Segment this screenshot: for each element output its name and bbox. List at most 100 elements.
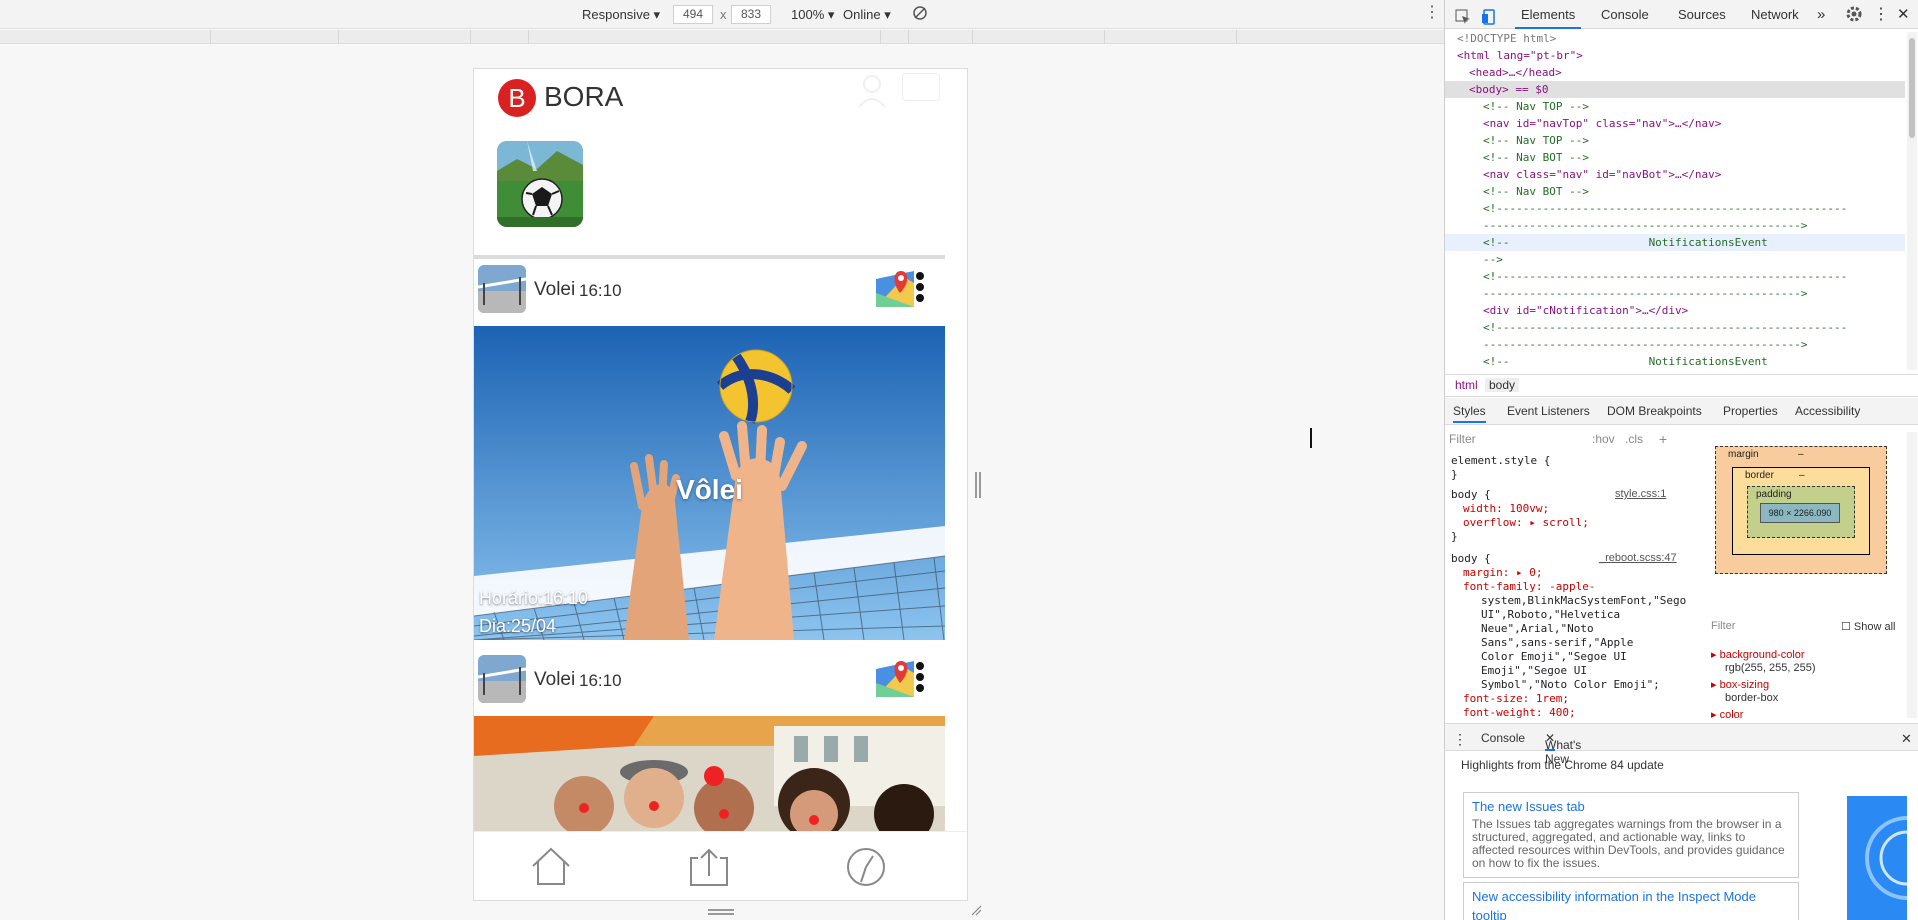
dom-comment[interactable]: ----------------------------------------…	[1445, 336, 1905, 353]
app-logo[interactable]: B	[498, 79, 536, 117]
resize-handle-right[interactable]	[975, 472, 981, 498]
dom-comment[interactable]: ----------------------------------------…	[1445, 285, 1905, 302]
tab-properties[interactable]: Properties	[1723, 404, 1778, 418]
rule-selector[interactable]: body {	[1451, 488, 1491, 502]
whats-new-card-title[interactable]: The new Issues tab	[1472, 799, 1790, 814]
dom-node[interactable]: <html lang="pt-br">	[1445, 47, 1905, 64]
breadcrumb-html[interactable]: html	[1455, 378, 1478, 392]
dom-comment[interactable]: -->	[1445, 251, 1905, 268]
dom-comment[interactable]: <!-- Nav TOP -->	[1445, 132, 1905, 149]
dom-node[interactable]: <div id="cNotification">…</div>	[1445, 302, 1905, 319]
map-icon[interactable]	[876, 269, 914, 307]
map-icon[interactable]	[876, 659, 914, 697]
post-menu-icon[interactable]	[915, 270, 925, 306]
css-property[interactable]: font-size: 1rem;	[1463, 692, 1569, 706]
rule-selector[interactable]: body {	[1451, 552, 1491, 566]
box-model-border[interactable]: border – padding 980 × 2266.090	[1732, 467, 1870, 555]
dom-node[interactable]: <!DOCTYPE html>	[1445, 30, 1905, 47]
box-model-margin[interactable]: margin – border – padding 980 × 2266.090	[1715, 446, 1887, 574]
tab-elements[interactable]: Elements	[1515, 0, 1582, 29]
show-all-checkbox[interactable]: ☐ Show all	[1841, 620, 1896, 633]
close-devtools-icon[interactable]: ✕	[1897, 0, 1910, 29]
close-drawer-icon[interactable]: ✕	[1901, 731, 1912, 747]
tab-console[interactable]: Console	[1601, 0, 1649, 29]
tab-accessibility[interactable]: Accessibility	[1795, 404, 1860, 418]
tab-dom-breakpoints[interactable]: DOM Breakpoints	[1607, 404, 1702, 418]
responsive-dropdown[interactable]: Responsive ▾	[582, 6, 660, 23]
tab-styles[interactable]: Styles	[1453, 404, 1486, 423]
whats-new-card-title[interactable]: New accessibility information in the Ins…	[1472, 889, 1790, 904]
zoom-dropdown[interactable]: 100% ▾	[791, 6, 834, 23]
rule-close: }	[1451, 530, 1458, 543]
upload-icon[interactable]	[688, 846, 730, 888]
computed-property[interactable]: ▸ box-sizing	[1711, 678, 1769, 691]
home-icon[interactable]	[530, 846, 572, 888]
dom-comment[interactable]: <!--------------------------------------…	[1445, 200, 1905, 217]
devtools-menu-icon[interactable]: ⋮	[1873, 0, 1889, 29]
post-avatar[interactable]	[478, 655, 526, 703]
hover-state-toggle[interactable]: :hov	[1592, 428, 1615, 450]
box-model-content[interactable]: 980 × 2266.090	[1760, 503, 1840, 523]
dom-node-selected[interactable]: <body> == $0	[1445, 81, 1905, 98]
computed-property[interactable]: ▸ background-color	[1711, 648, 1805, 661]
post-avatar[interactable]	[478, 265, 526, 313]
device-toggle-icon[interactable]	[1481, 6, 1497, 25]
height-input[interactable]: 833	[731, 5, 771, 24]
computed-scrollbar[interactable]	[1907, 432, 1917, 718]
dom-node[interactable]: <head>…</head>	[1445, 64, 1905, 81]
whats-new-card-title-cont[interactable]: tooltip	[1472, 908, 1790, 920]
css-property[interactable]: width: 100vw;	[1463, 502, 1549, 516]
dom-node[interactable]: <nav id="navTop" class="nav">…</nav>	[1445, 115, 1905, 132]
whats-new-card[interactable]: New accessibility information in the Ins…	[1463, 882, 1799, 920]
post-image[interactable]	[474, 716, 945, 836]
inspect-element-icon[interactable]	[1455, 6, 1471, 24]
user-icon[interactable]	[857, 73, 887, 108]
computed-property[interactable]: ▸ color	[1711, 708, 1743, 721]
dom-comment[interactable]: <!-- NotificationsEvent	[1445, 353, 1905, 370]
resize-handle-bottom[interactable]	[708, 909, 734, 915]
rule-element-style[interactable]: element.style {	[1451, 454, 1550, 468]
clock-icon[interactable]	[845, 846, 887, 888]
message-icon[interactable]	[902, 73, 940, 101]
whats-new-card[interactable]: The new Issues tab The Issues tab aggreg…	[1463, 792, 1799, 878]
dom-comment[interactable]: <!-- Nav BOT -->	[1445, 183, 1905, 200]
dom-comment[interactable]: <!-- NotificationsEvent	[1445, 234, 1905, 251]
tab-sources[interactable]: Sources	[1678, 0, 1726, 29]
post-menu-icon[interactable]	[915, 660, 925, 696]
tab-event-listeners[interactable]: Event Listeners	[1507, 404, 1590, 418]
dom-comment[interactable]: <!-- Nav TOP -->	[1445, 98, 1905, 115]
class-toggle[interactable]: .cls	[1625, 428, 1643, 450]
add-rule-button[interactable]: +	[1659, 428, 1667, 450]
sport-category-image[interactable]	[497, 141, 583, 227]
box-model-padding[interactable]: padding 980 × 2266.090	[1747, 486, 1855, 538]
post-image[interactable]: Vôlei Horário:16:10 Dia:25/04	[474, 326, 945, 640]
dom-comment[interactable]: <!--------------------------------------…	[1445, 268, 1905, 285]
rotate-icon[interactable]	[912, 5, 928, 22]
dom-comment[interactable]: ----------------------------------------…	[1445, 217, 1905, 234]
drawer-menu-icon[interactable]: ⋮	[1453, 731, 1467, 748]
width-input[interactable]: 494	[673, 5, 713, 24]
more-tabs-button[interactable]: »	[1817, 0, 1825, 29]
more-options-icon[interactable]: ⋮	[1424, 4, 1440, 21]
rule-source-link[interactable]: _reboot.scss:47	[1599, 552, 1677, 564]
network-dropdown[interactable]: Online ▾	[843, 6, 891, 23]
breadcrumb-body[interactable]: body	[1485, 378, 1520, 392]
settings-icon[interactable]	[1845, 4, 1863, 24]
drawer-tab-whats-new[interactable]: What's New ✕	[1545, 731, 1581, 766]
drawer-tab-console[interactable]: Console	[1481, 731, 1525, 745]
dom-node[interactable]: <nav class="nav" id="navBot">…</nav>	[1445, 166, 1905, 183]
resize-handle-corner[interactable]	[970, 903, 982, 916]
computed-property-name: box-sizing	[1719, 679, 1770, 691]
dom-comment[interactable]: <!-- Nav BOT -->	[1445, 149, 1905, 166]
dom-scrollbar[interactable]	[1907, 32, 1917, 370]
css-value: UI",Roboto,"Helvetica	[1481, 608, 1621, 621]
css-property[interactable]: overflow: ▸ scroll;	[1463, 516, 1589, 530]
dom-comment[interactable]: <!--------------------------------------…	[1445, 319, 1905, 336]
computed-filter-input[interactable]: Filter	[1711, 620, 1735, 632]
styles-filter-input[interactable]: Filter :hov .cls +	[1449, 428, 1729, 450]
rule-source-link[interactable]: style.css:1	[1615, 488, 1666, 500]
css-property[interactable]: margin: ▸ 0;	[1463, 566, 1542, 580]
tab-network[interactable]: Network	[1751, 0, 1799, 29]
css-property[interactable]: font-weight: 400;	[1463, 706, 1576, 720]
css-property[interactable]: font-family: -apple-	[1463, 580, 1595, 594]
